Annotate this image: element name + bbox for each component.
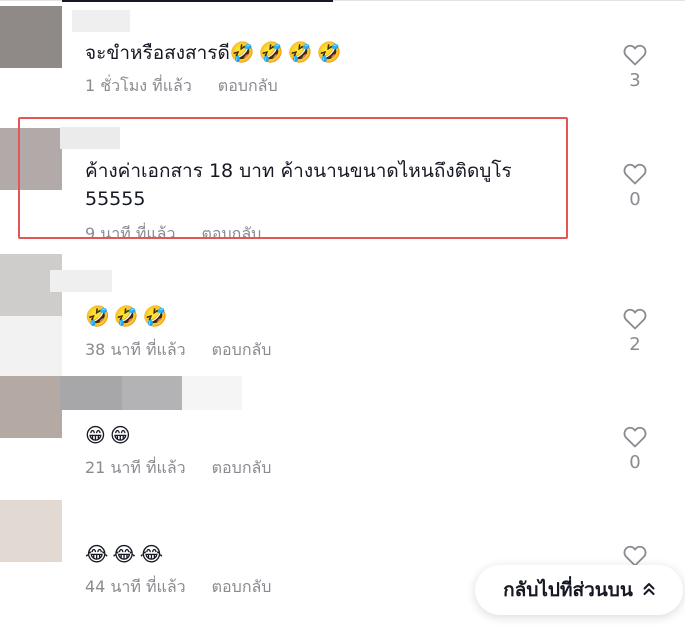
username-redacted [182,376,242,410]
avatar[interactable] [0,500,62,562]
comment-text-row: จะขำหรือสงสารดี🤣🤣🤣🤣 [85,38,555,67]
comment-time: 1 ชั่วโมง ที่แล้ว [85,76,192,95]
comment-emoji: 🤣🤣🤣🤣 [229,40,346,64]
avatar-background [0,316,62,378]
highlight-box [18,117,568,239]
like-button[interactable]: 0 [620,426,650,474]
comment-emoji: 😂😂😂 [85,542,168,566]
like-button[interactable]: 2 [620,308,650,356]
back-to-top-button[interactable]: กลับไปที่ส่วนบน [475,565,683,615]
heart-icon [623,163,647,185]
like-button[interactable]: 3 [620,44,650,92]
comment-text: จะขำหรือสงสารดี [85,42,230,64]
reply-button[interactable]: ตอบกลับ [212,340,272,359]
like-count: 0 [629,189,641,210]
avatar[interactable] [0,376,62,438]
username-redacted [72,10,130,32]
double-chevron-up-icon [643,581,655,600]
username-redacted [60,376,122,410]
reply-button[interactable]: ตอบกลับ [212,458,272,477]
comment-time: 21 นาที ที่แล้ว [85,458,186,477]
comment-meta: 38 นาที ที่แล้ว ตอบกลับ [85,340,271,360]
like-count: 3 [629,70,641,91]
comment-time: 44 นาที ที่แล้ว [85,577,186,596]
heart-icon [623,545,647,567]
heart-icon [623,308,647,330]
comment-meta: 1 ชั่วโมง ที่แล้ว ตอบกลับ [85,76,278,96]
reply-button[interactable]: ตอบกลับ [218,76,278,95]
like-count: 0 [629,452,641,473]
comment-meta: 44 นาที ที่แล้ว ตอบกลับ [85,577,271,597]
like-button[interactable]: 0 [620,163,650,211]
comment-meta: 21 นาที ที่แล้ว ตอบกลับ [85,458,271,478]
heart-icon [623,426,647,448]
comment-emoji: 😁😁 [85,423,135,447]
active-tab-indicator [62,0,333,2]
back-to-top-label: กลับไปที่ส่วนบน [503,579,633,601]
comment-time: 38 นาที ที่แล้ว [85,340,186,359]
heart-icon [623,44,647,66]
reply-button[interactable]: ตอบกลับ [212,577,272,596]
like-count: 2 [629,334,641,355]
avatar[interactable] [0,6,62,68]
username-redacted [122,376,182,410]
username-redacted [50,270,112,292]
comment-emoji: 🤣🤣🤣 [85,304,172,328]
